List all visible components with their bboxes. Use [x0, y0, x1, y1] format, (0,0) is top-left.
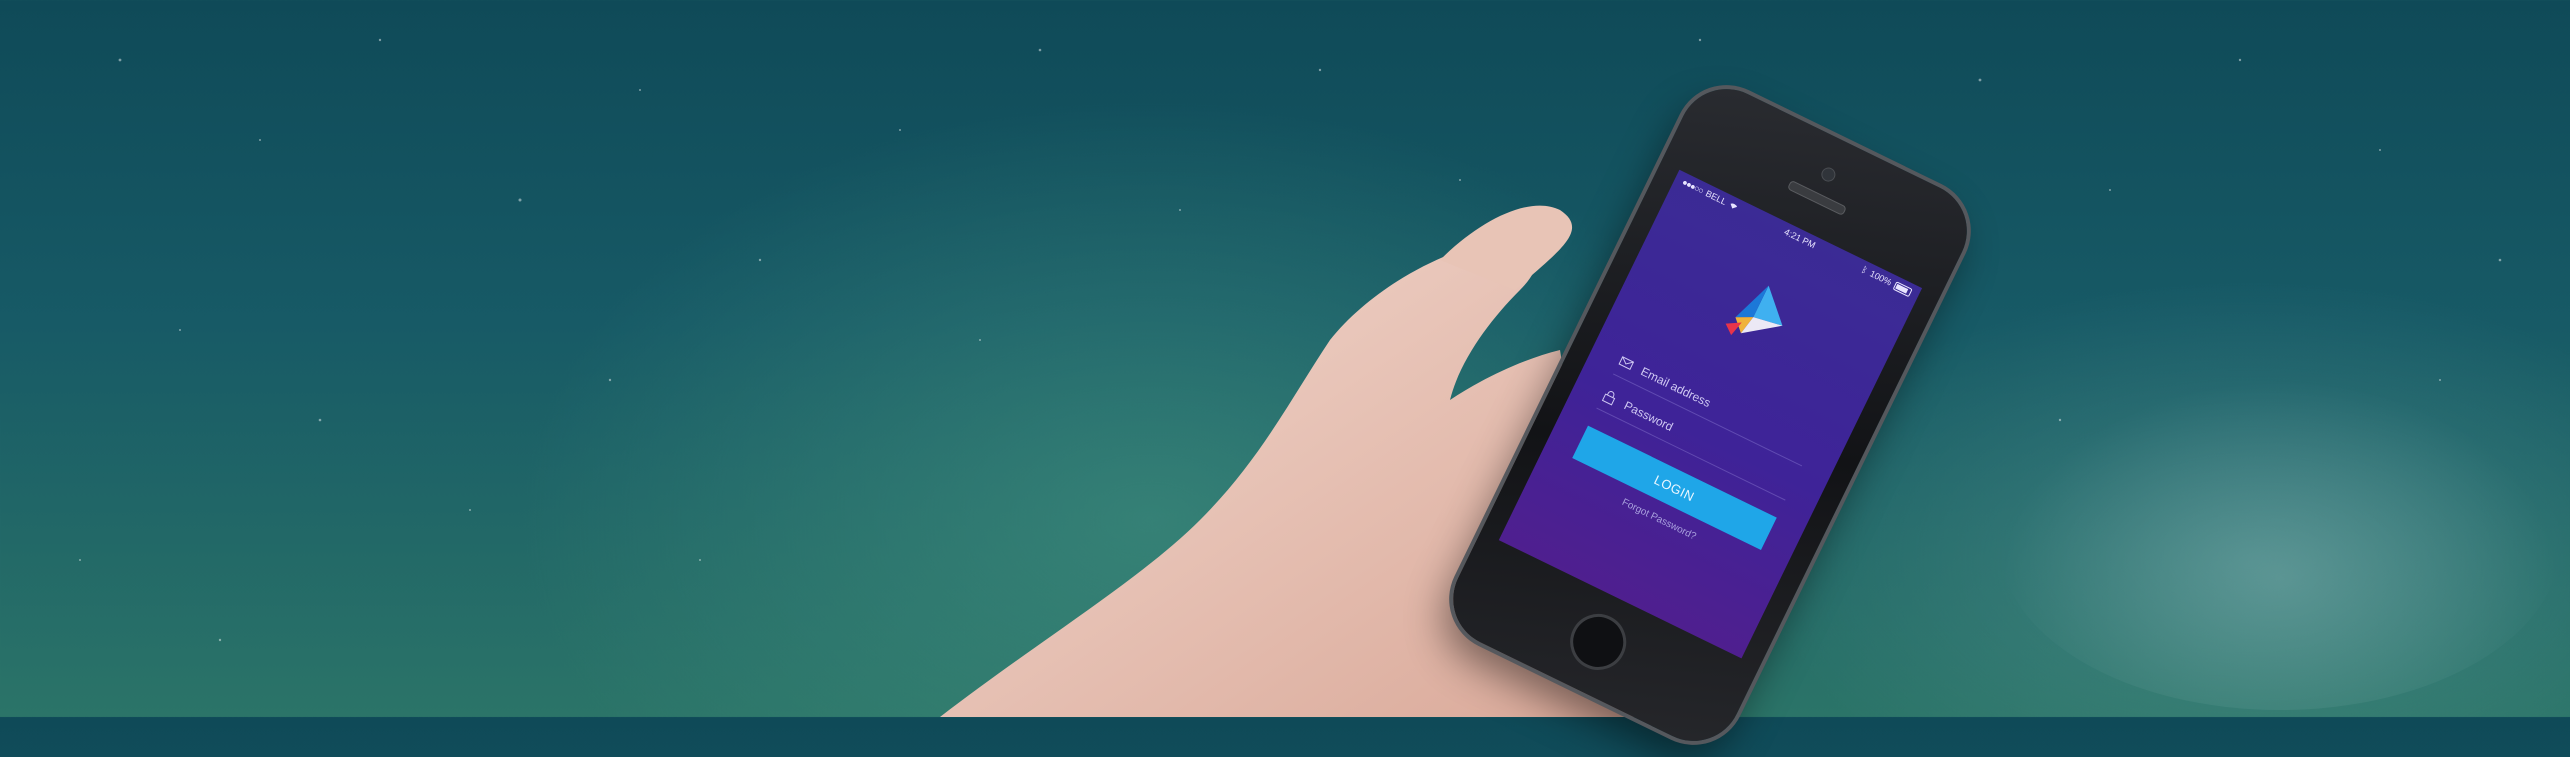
wifi-icon [1730, 203, 1738, 209]
mail-icon [1618, 356, 1635, 370]
front-camera [1819, 165, 1838, 184]
status-time: 4:21 PM [1782, 226, 1818, 251]
earpiece-speaker [1786, 179, 1848, 217]
background-cloud [2000, 380, 2560, 710]
battery-percent: 100% [1868, 268, 1894, 288]
password-placeholder: Password [1621, 398, 1676, 435]
app-logo [1725, 285, 1783, 336]
carrier-label: BELL [1703, 188, 1729, 207]
login-screen: ●●●○○ BELL 4:21 PM ᛒ 100% Email address … [1498, 169, 1923, 659]
battery-icon [1892, 280, 1913, 297]
home-button[interactable] [1560, 604, 1636, 680]
smartphone: ●●●○○ BELL 4:21 PM ᛒ 100% Email address … [1436, 72, 1984, 757]
bluetooth-icon: ᛒ [1859, 264, 1870, 276]
lock-icon [1601, 391, 1616, 406]
signal-icon: ●●●○○ [1680, 176, 1705, 196]
